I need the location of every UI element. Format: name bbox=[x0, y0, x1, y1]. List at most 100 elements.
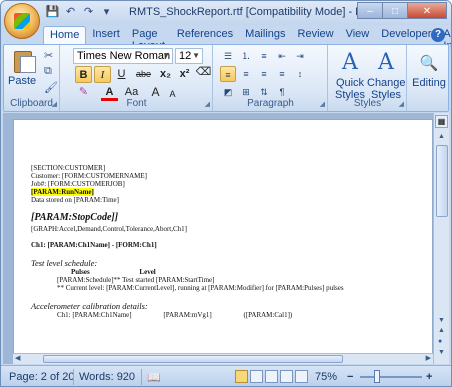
horizontal-scroll-thumb[interactable] bbox=[43, 355, 343, 363]
print-layout-icon[interactable] bbox=[235, 370, 248, 383]
vertical-scrollbar[interactable]: ▦ ▲ ▼ ▲ ● ▼ bbox=[433, 113, 449, 364]
tab-mailings[interactable]: Mailings bbox=[239, 26, 291, 44]
close-button[interactable]: ✕ bbox=[407, 2, 447, 19]
word-window: 💾 ↶ ↷ ▾ RMTS_ShockReport.rtf [Compatibil… bbox=[0, 0, 452, 387]
zoom-out-button[interactable]: − bbox=[347, 371, 353, 383]
editing-button[interactable]: 🔍 Editing bbox=[409, 49, 449, 89]
find-icon: 🔍 bbox=[419, 54, 439, 72]
doc-line: Customer: [FORM:CUSTOMERNAME] bbox=[31, 172, 147, 180]
cal-name: Ch1: [PARAM:Ch1Name] bbox=[57, 311, 132, 319]
next-page-icon[interactable]: ▼ bbox=[438, 349, 445, 356]
quick-styles-button[interactable]: A Quick Styles bbox=[331, 49, 369, 101]
styles-label: Styles bbox=[353, 98, 382, 109]
help-icon[interactable]: ? bbox=[431, 28, 445, 42]
align-center-icon[interactable]: ≡ bbox=[238, 66, 254, 82]
tab-review[interactable]: Review bbox=[292, 26, 340, 44]
paste-icon[interactable] bbox=[12, 49, 38, 73]
justify-icon[interactable]: ≡ bbox=[274, 66, 290, 82]
decrease-indent-icon[interactable]: ⇤ bbox=[274, 48, 290, 64]
view-ruler-icon[interactable]: ▦ bbox=[435, 115, 448, 128]
word-count[interactable]: Words: 920 bbox=[79, 371, 135, 383]
stop-code-heading: [PARAM:StopCode]] bbox=[31, 212, 119, 223]
zoom-level[interactable]: 75% bbox=[315, 371, 337, 383]
increase-indent-icon[interactable]: ⇥ bbox=[292, 48, 308, 64]
multilevel-list-icon[interactable]: ≡ bbox=[256, 48, 272, 64]
paragraph-launcher-icon[interactable]: ◢ bbox=[320, 100, 325, 108]
run-name-highlight: [PARAM:RunName] bbox=[31, 188, 94, 196]
web-layout-icon[interactable] bbox=[265, 370, 278, 383]
zoom-slider-knob[interactable] bbox=[374, 370, 380, 383]
change-styles-icon: A bbox=[378, 50, 394, 75]
paragraph-label: Paragraph bbox=[247, 98, 294, 109]
bullets-icon[interactable]: ☰ bbox=[220, 48, 236, 64]
change-styles-button[interactable]: A Change Styles bbox=[367, 49, 406, 101]
italic-button[interactable]: I bbox=[94, 66, 111, 83]
scroll-left-icon[interactable]: ◀ bbox=[15, 354, 20, 362]
save-icon[interactable]: 💾 bbox=[45, 5, 60, 20]
tab-references[interactable]: References bbox=[171, 26, 239, 44]
customize-icon[interactable]: ▾ bbox=[99, 5, 114, 20]
page-count[interactable]: Page: 2 of 20 bbox=[9, 371, 74, 383]
zoom-slider[interactable] bbox=[360, 376, 422, 378]
outline-icon[interactable] bbox=[280, 370, 293, 383]
scroll-right-icon[interactable]: ▶ bbox=[426, 354, 431, 362]
underline-button[interactable]: U bbox=[113, 66, 130, 83]
vertical-scroll-thumb[interactable] bbox=[436, 145, 448, 217]
numbering-icon[interactable]: ⒈ bbox=[238, 48, 254, 64]
doc-line: Job#: [FORM:CUSTOMERJOB] bbox=[31, 180, 125, 188]
copy-icon[interactable]: ⧉ bbox=[44, 65, 52, 78]
title-bar: 💾 ↶ ↷ ▾ RMTS_ShockReport.rtf [Compatibil… bbox=[1, 1, 451, 39]
subscript-button[interactable]: x₂ bbox=[157, 66, 174, 83]
doc-line: [SECTION:CUSTOMER] bbox=[31, 164, 106, 172]
office-button[interactable] bbox=[4, 3, 40, 39]
align-left-icon[interactable]: ≡ bbox=[220, 66, 236, 82]
cal-value: ([PARAM:Cal1]) bbox=[243, 311, 293, 319]
format-painter-icon[interactable]: 🖌 bbox=[44, 81, 58, 94]
tab-insert[interactable]: Insert bbox=[86, 26, 126, 44]
paste-button[interactable]: Paste bbox=[8, 75, 36, 87]
previous-page-icon[interactable]: ▲ bbox=[438, 327, 445, 334]
styles-launcher-icon[interactable]: ◢ bbox=[399, 100, 404, 108]
browse-object-icon[interactable]: ● bbox=[438, 338, 442, 345]
scroll-up-icon[interactable]: ▲ bbox=[436, 131, 447, 142]
proofing-icon[interactable]: 📖 bbox=[147, 371, 161, 384]
level-column-header: Level bbox=[139, 268, 156, 276]
full-screen-reading-icon[interactable] bbox=[250, 370, 263, 383]
clipboard-group: Paste ✂ ⧉ 🖌 Clipboard ◢ bbox=[4, 45, 60, 111]
tab-view[interactable]: View bbox=[340, 26, 376, 44]
cut-icon[interactable]: ✂ bbox=[44, 49, 53, 62]
font-launcher-icon[interactable]: ◢ bbox=[205, 100, 210, 108]
maximize-button[interactable]: □ bbox=[382, 2, 408, 19]
document-page[interactable]: [SECTION:CUSTOMER] Customer: [FORM:CUSTO… bbox=[13, 119, 433, 364]
bold-button[interactable]: B bbox=[75, 66, 92, 83]
redo-icon[interactable]: ↷ bbox=[81, 5, 96, 20]
line-spacing-icon[interactable]: ↕ bbox=[292, 66, 308, 82]
font-name-combo[interactable]: Times New Roman ▼ bbox=[73, 48, 173, 64]
doc-line: Data stored on [PARAM:Time] bbox=[31, 196, 119, 204]
minimize-button[interactable]: – bbox=[357, 2, 383, 19]
tab-developer[interactable]: Developer bbox=[375, 26, 437, 44]
font-size-combo[interactable]: 12 ▼ bbox=[175, 48, 203, 64]
strikethrough-button[interactable]: abe bbox=[135, 66, 152, 83]
editing-group: 🔍 Editing bbox=[408, 45, 449, 111]
align-right-icon[interactable]: ≡ bbox=[256, 66, 272, 82]
quick-styles-icon: A bbox=[342, 50, 358, 75]
tab-home[interactable]: Home bbox=[43, 26, 87, 44]
font-group: Times New Roman ▼ 12 ▼ B I U abe x₂ x² ⌫ ✎… bbox=[61, 45, 213, 111]
ribbon-tabs: Home Insert Page Layout References Maili… bbox=[43, 26, 451, 52]
draft-icon[interactable] bbox=[295, 370, 308, 383]
scroll-down-icon[interactable]: ▼ bbox=[436, 315, 447, 326]
superscript-button[interactable]: x² bbox=[176, 66, 193, 83]
undo-icon[interactable]: ↶ bbox=[63, 5, 78, 20]
chevron-down-icon: ▼ bbox=[192, 51, 200, 60]
clipboard-launcher-icon[interactable]: ◢ bbox=[52, 100, 57, 108]
horizontal-scrollbar[interactable]: ◀ ▶ bbox=[13, 353, 433, 364]
clear-formatting-icon[interactable]: ⌫ bbox=[195, 64, 212, 81]
chevron-down-icon: ▼ bbox=[162, 51, 170, 60]
document-area: [SECTION:CUSTOMER] Customer: [FORM:CUSTO… bbox=[3, 113, 433, 364]
tab-page-layout[interactable]: Page Layout bbox=[126, 26, 171, 52]
editing-label: Editing bbox=[412, 77, 446, 89]
schedule-heading: Test level schedule: bbox=[31, 258, 98, 268]
document-body: [SECTION:CUSTOMER] Customer: [FORM:CUSTO… bbox=[31, 164, 344, 319]
zoom-in-button[interactable]: + bbox=[426, 371, 432, 383]
